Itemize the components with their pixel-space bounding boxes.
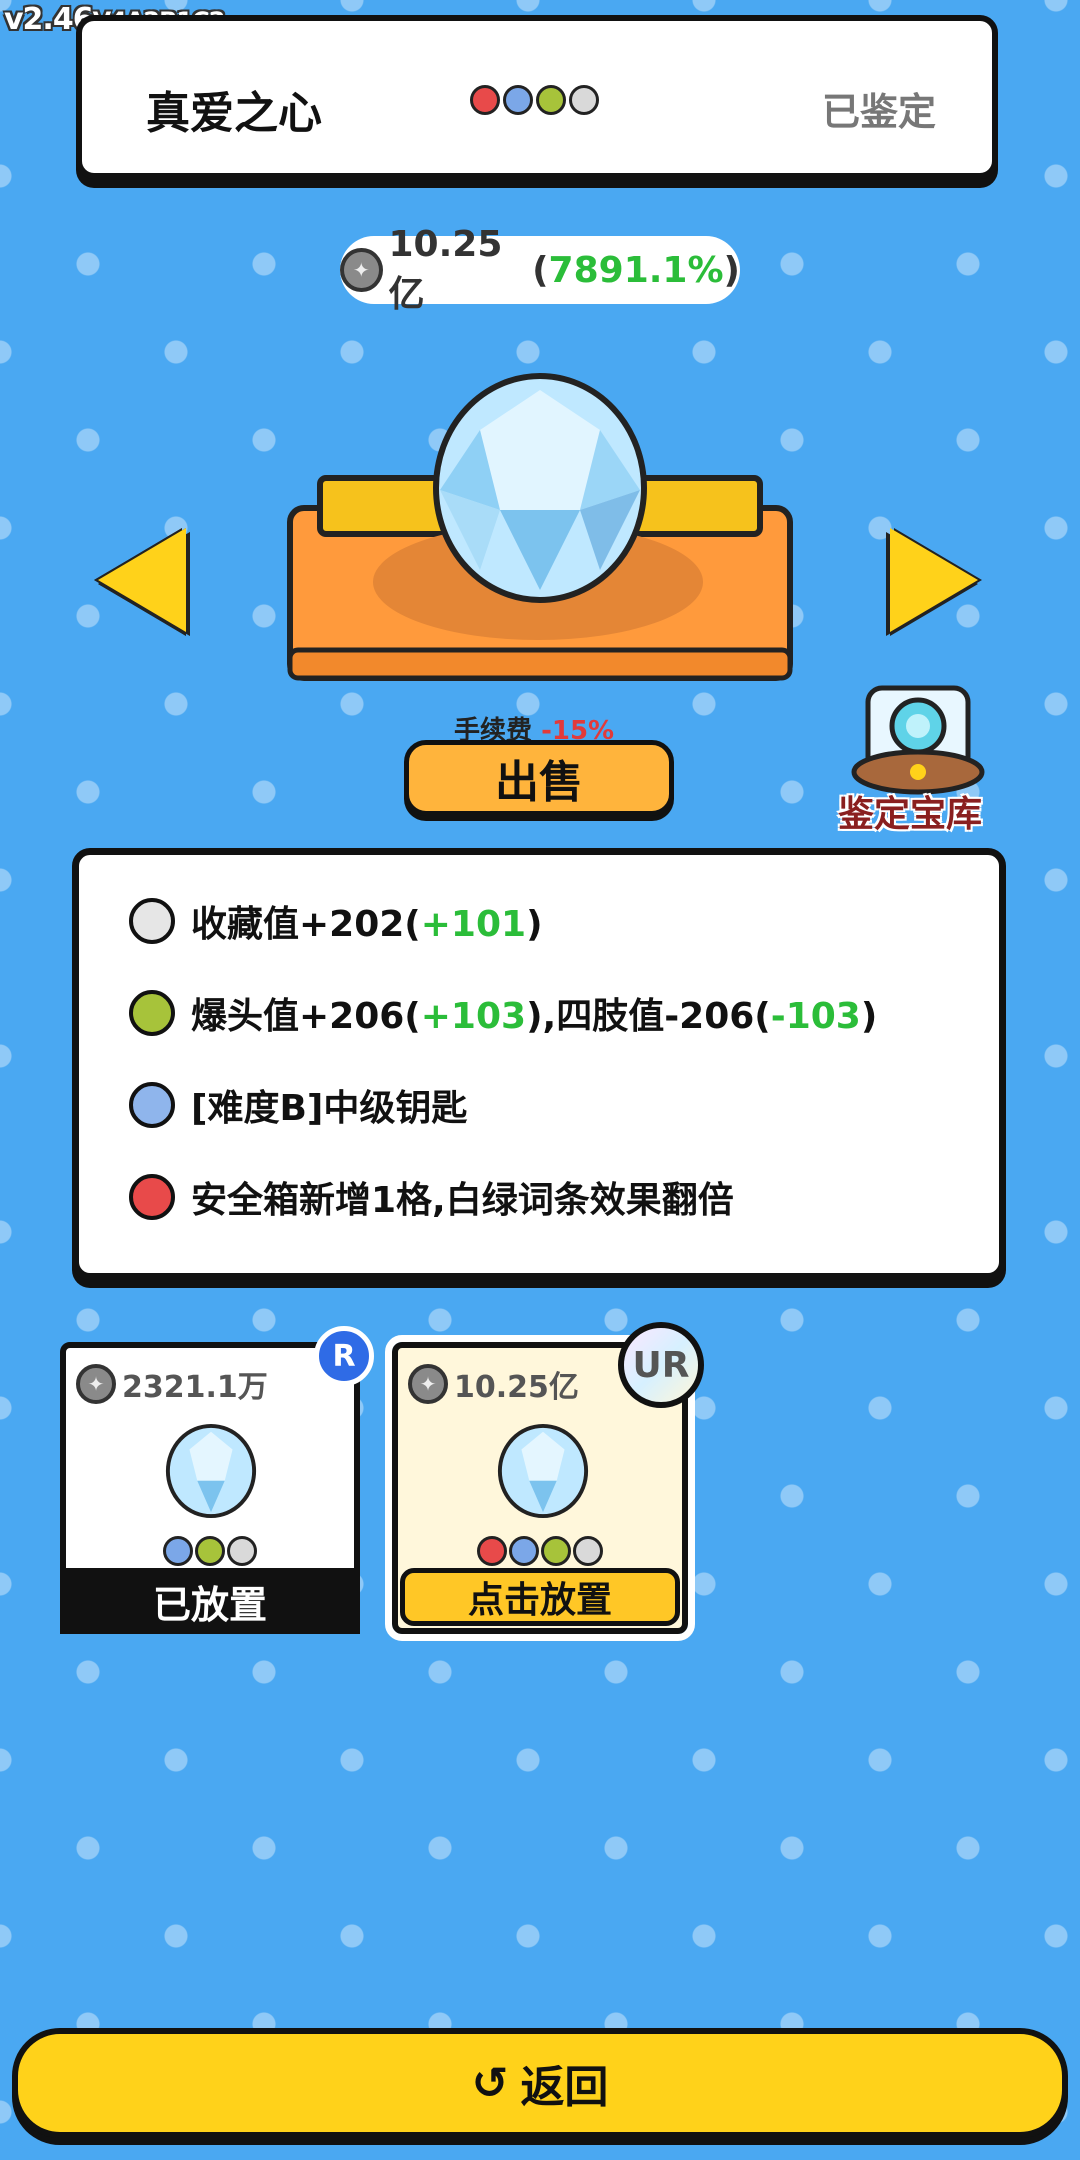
attribute-text-part: -103 xyxy=(770,996,861,1037)
affix-dot-icon xyxy=(536,85,566,115)
diamond-gem-icon xyxy=(497,1423,589,1519)
circle-blue-icon xyxy=(129,1082,175,1128)
affix-dot-icon xyxy=(477,1536,507,1566)
next-item-arrow-icon[interactable] xyxy=(890,528,978,632)
affix-dot-icon xyxy=(541,1536,571,1566)
coin-icon: ✦ xyxy=(408,1364,448,1404)
price-paren-close: ) xyxy=(723,249,740,291)
item-price: ✦ 10.25亿 (7891.1%) xyxy=(340,224,740,315)
affix-dot-icon xyxy=(569,85,599,115)
card-price: ✦ 10.25亿 xyxy=(408,1362,579,1406)
coin-icon: ✦ xyxy=(76,1364,116,1404)
attribute-row: 爆头值+206(+103),四肢值-206(-103) xyxy=(129,987,877,1039)
pentagon-red-icon xyxy=(129,1174,175,1220)
attribute-text-part: +103 xyxy=(420,996,527,1037)
attribute-text-part: [难度B]中级钥匙 xyxy=(191,1088,468,1129)
card-price: ✦ 2321.1万 xyxy=(76,1362,268,1406)
card-price-value: 10.25亿 xyxy=(454,1370,579,1405)
diamond-green-icon xyxy=(129,990,175,1036)
attribute-text-part: ),四肢值-206( xyxy=(526,996,771,1037)
card-affix-indicator xyxy=(66,1536,354,1566)
place-button[interactable]: 点击放置 xyxy=(400,1568,680,1626)
vault-label[interactable]: 鉴定宝库 xyxy=(838,785,982,837)
price-paren-open: ( xyxy=(532,249,549,291)
attribute-text: 收藏值+202(+101) xyxy=(191,895,543,947)
item-name: 真爱之心 xyxy=(146,88,322,139)
attribute-text-part: +101 xyxy=(420,904,527,945)
card-price-value: 2321.1万 xyxy=(122,1370,268,1405)
attribute-text-part: ) xyxy=(860,996,878,1037)
attribute-text: 爆头值+206(+103),四肢值-206(-103) xyxy=(191,987,877,1039)
item-slot-card[interactable]: ✦ 2321.1万 R 已放置 xyxy=(60,1326,374,1634)
sell-button[interactable]: 出售 xyxy=(404,740,674,816)
attribute-text-part: 爆头值+206( xyxy=(191,996,421,1037)
diamond-white-icon xyxy=(129,898,175,944)
attribute-panel: 收藏值+202(+101) 爆头值+206(+103),四肢值-206(-103)… xyxy=(72,848,1006,1280)
rank-badge: R xyxy=(314,1326,374,1386)
attribute-text: 安全箱新增1格,白绿词条效果翻倍 xyxy=(191,1171,734,1223)
attribute-text-part: 安全箱新增1格,白绿词条效果翻倍 xyxy=(191,1180,734,1221)
coin-icon: ✦ xyxy=(340,248,383,292)
affix-indicator xyxy=(470,85,602,115)
attribute-row: [难度B]中级钥匙 xyxy=(129,1079,467,1131)
item-display xyxy=(287,373,793,681)
attribute-text: [难度B]中级钥匙 xyxy=(191,1079,467,1131)
affix-dot-icon xyxy=(195,1536,225,1566)
affix-dot-icon xyxy=(503,85,533,115)
affix-dot-icon xyxy=(470,85,500,115)
attribute-row: 安全箱新增1格,白绿词条效果翻倍 xyxy=(129,1171,734,1223)
return-arrow-icon: ↺ xyxy=(471,2057,509,2109)
item-title-card: 真爱之心 已鉴定 xyxy=(76,15,998,179)
placed-label: 已放置 xyxy=(60,1568,360,1634)
attribute-text-part: 收藏值+202( xyxy=(191,904,421,945)
affix-dot-icon xyxy=(509,1536,539,1566)
diamond-gem-icon xyxy=(433,373,647,603)
previous-item-arrow-icon[interactable] xyxy=(98,528,186,632)
back-label: 返回 xyxy=(520,2062,609,2113)
affix-dot-icon xyxy=(163,1536,193,1566)
attribute-text-part: ) xyxy=(526,904,543,945)
card-affix-indicator xyxy=(398,1536,682,1566)
affix-dot-icon xyxy=(573,1536,603,1566)
back-button[interactable]: ↺ 返回 xyxy=(12,2028,1068,2138)
identified-status: 已鉴定 xyxy=(821,90,936,134)
diamond-gem-icon xyxy=(165,1423,257,1519)
price-percent: 7891.1% xyxy=(548,249,724,291)
price-value: 10.25亿 xyxy=(388,223,503,315)
attribute-row: 收藏值+202(+101) xyxy=(129,895,543,947)
affix-dot-icon xyxy=(227,1536,257,1566)
item-slot-card[interactable]: ✦ 10.25亿 UR 点击放置 xyxy=(385,1322,704,1641)
rank-badge: UR xyxy=(618,1322,704,1408)
